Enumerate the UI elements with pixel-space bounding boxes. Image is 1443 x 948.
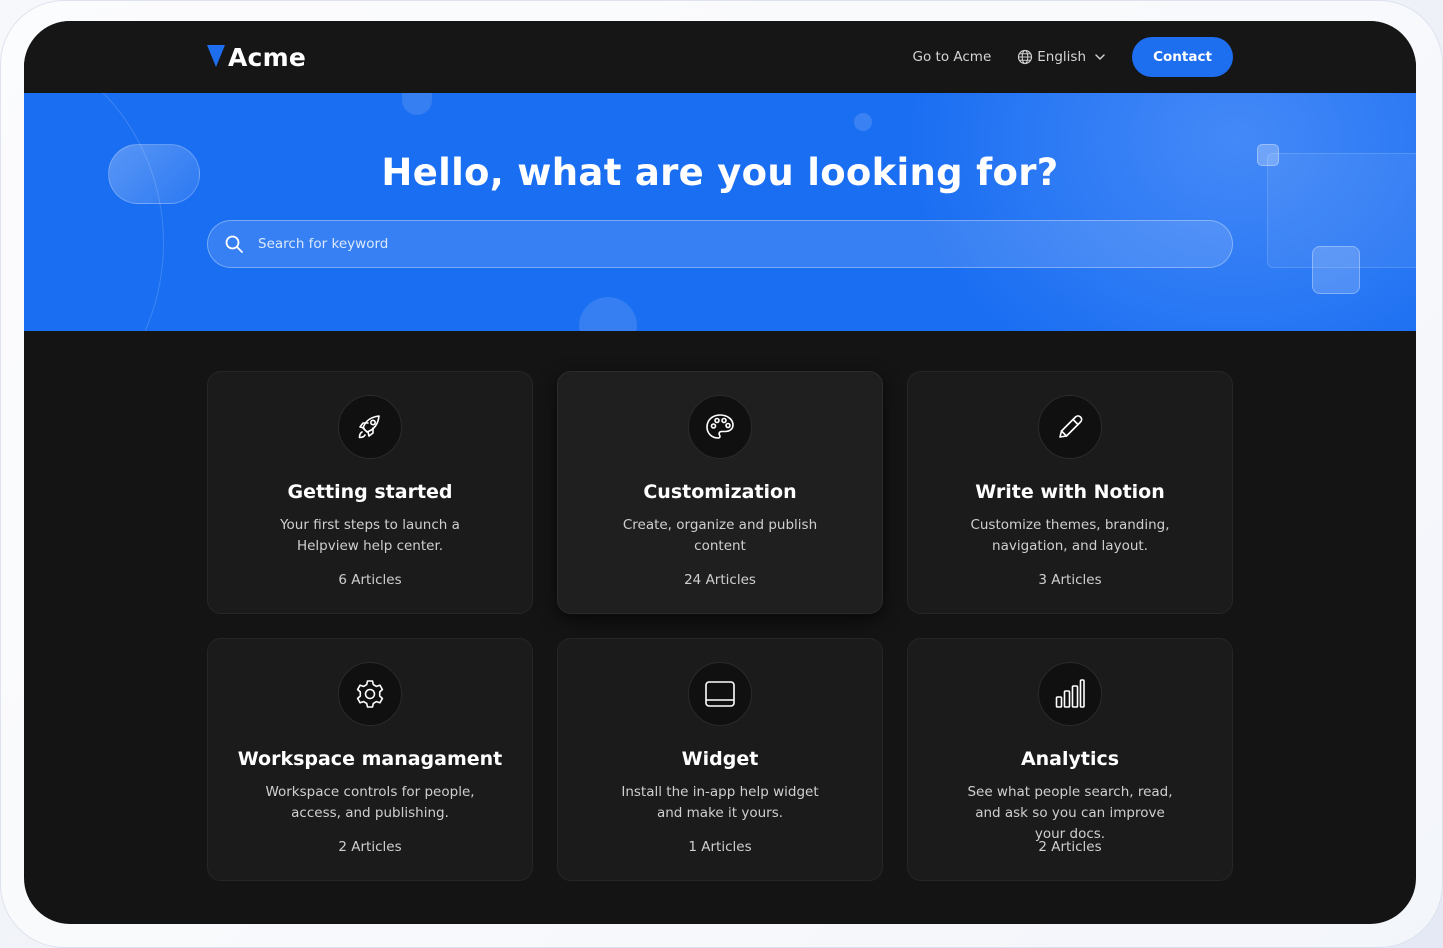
category-description: Customize themes, branding, navigation, … (970, 517, 1170, 554)
category-card-write-with-notion[interactable]: Write with Notion Customize themes, bran… (907, 371, 1233, 614)
category-title: Customization (643, 481, 797, 503)
category-title: Write with Notion (975, 481, 1165, 503)
hero-square-decoration (1312, 246, 1360, 294)
pencil-icon (1059, 415, 1083, 438)
help-center-screen: Acme Go to Acme English Contact Hello, w… (24, 21, 1416, 924)
rocket-icon (358, 415, 380, 439)
category-title: Workspace managament (237, 748, 503, 770)
hero-dot-decoration (402, 93, 432, 115)
search-icon (225, 235, 243, 253)
widget-icon (705, 681, 735, 707)
header-nav: Go to Acme English Contact (913, 37, 1233, 77)
hero-banner: Hello, what are you looking for? (24, 93, 1416, 331)
category-title: Getting started (287, 481, 453, 503)
category-icon-wrapper (688, 662, 752, 726)
category-article-count: 2 Articles (1038, 839, 1102, 855)
language-label: English (1037, 49, 1086, 65)
category-description: Install the in-app help widget and make … (621, 784, 819, 821)
language-selector[interactable]: English (1017, 49, 1106, 65)
logo-triangle-icon (207, 44, 225, 67)
category-icon-wrapper (688, 395, 752, 459)
category-description: Create, organize and publish content (622, 517, 818, 554)
category-article-count: 2 Articles (338, 839, 402, 855)
category-icon-wrapper (1038, 662, 1102, 726)
category-card-customization[interactable]: Customization Create, organize and publi… (557, 371, 883, 614)
hero-dot-decoration (854, 113, 872, 131)
category-icon-wrapper (338, 662, 402, 726)
category-description: Your first steps to launch a Helpview he… (280, 517, 460, 554)
category-article-count: 3 Articles (1038, 572, 1102, 588)
bar-chart-icon (1055, 679, 1085, 708)
search-input[interactable] (258, 236, 1232, 252)
category-article-count: 6 Articles (338, 572, 402, 588)
category-description: Workspace controls for people, access, a… (265, 784, 475, 821)
gear-icon (356, 680, 384, 708)
category-card-getting-started[interactable]: Getting started Your first steps to laun… (207, 371, 533, 614)
globe-icon (1018, 49, 1033, 65)
top-navigation-bar: Acme Go to Acme English Contact (24, 21, 1416, 93)
category-icon-wrapper (1038, 395, 1102, 459)
category-card-analytics[interactable]: Analytics See what people search, read, … (907, 638, 1233, 881)
category-card-workspace-management[interactable]: Workspace managament Workspace controls … (207, 638, 533, 881)
hero-title: Hello, what are you looking for? (381, 151, 1059, 194)
palette-icon (706, 414, 734, 439)
category-description: See what people search, read, and ask so… (967, 784, 1173, 842)
category-article-count: 1 Articles (688, 839, 752, 855)
hero-arc-decoration (24, 93, 164, 331)
chevron-down-icon (1095, 54, 1105, 60)
contact-button[interactable]: Contact (1132, 37, 1233, 77)
category-title: Widget (681, 748, 759, 770)
category-card-widget[interactable]: Widget Install the in-app help widget an… (557, 638, 883, 881)
search-bar[interactable] (207, 220, 1233, 268)
go-to-acme-link[interactable]: Go to Acme (913, 49, 992, 65)
category-icon-wrapper (338, 395, 402, 459)
category-article-count: 24 Articles (684, 572, 756, 588)
brand-logo[interactable]: Acme (207, 43, 306, 72)
category-grid: Getting started Your first steps to laun… (207, 371, 1233, 881)
hero-circle-decoration (579, 297, 637, 331)
brand-name: Acme (228, 43, 306, 72)
category-title: Analytics (1020, 748, 1120, 770)
